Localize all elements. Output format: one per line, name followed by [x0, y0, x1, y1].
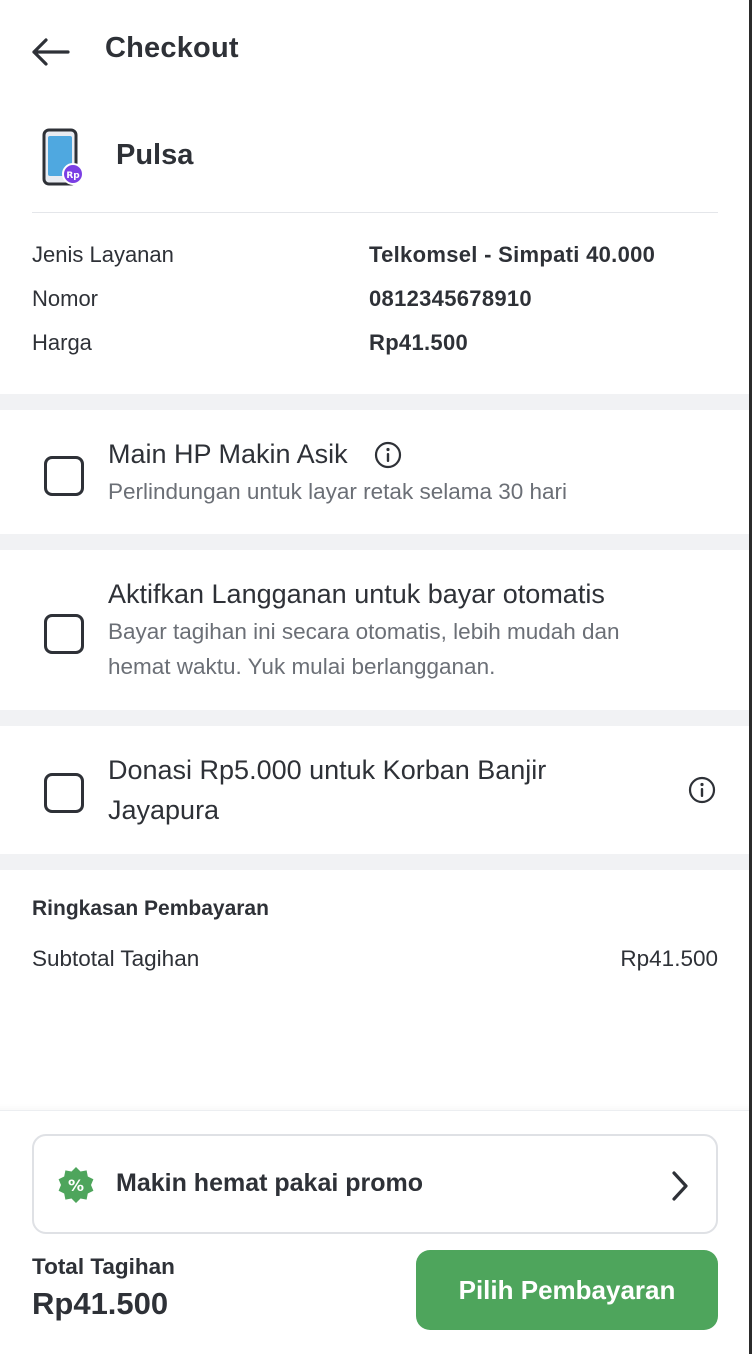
- option-title-line-2: Jayapura: [108, 795, 220, 825]
- summary-title: Ringkasan Pembayaran: [32, 897, 269, 920]
- info-icon[interactable]: [374, 441, 402, 469]
- detail-value: Telkomsel - Simpati 40.000: [369, 242, 656, 267]
- chevron-right-icon: [672, 1171, 688, 1201]
- subscription-checkbox[interactable]: [44, 614, 84, 654]
- page-title: Checkout: [105, 32, 239, 64]
- detail-row-price: Harga Rp41.500: [32, 330, 722, 360]
- back-button[interactable]: [26, 30, 74, 74]
- screen-protection-checkbox[interactable]: [44, 456, 84, 496]
- product-name: Pulsa: [116, 139, 194, 171]
- option-title: Aktifkan Langganan untuk bayar otomatis: [108, 579, 605, 609]
- option-screen-protection[interactable]: Main HP Makin Asik Perlindungan untuk la…: [0, 410, 749, 534]
- option-title: Main HP Makin Asik: [108, 439, 348, 469]
- option-subscription[interactable]: Aktifkan Langganan untuk bayar otomatis …: [0, 550, 749, 710]
- section-separator: [0, 534, 749, 550]
- header: Checkout: [0, 0, 749, 104]
- option-title-line-1: Donasi Rp5.000 untuk Korban Banjir: [108, 755, 547, 785]
- detail-label: Nomor: [32, 286, 99, 311]
- choose-payment-button[interactable]: Pilih Pembayaran: [416, 1250, 718, 1330]
- detail-label: Jenis Layanan: [32, 242, 174, 267]
- subtotal-value: Rp41.500: [620, 946, 718, 971]
- arrow-left-icon: [32, 38, 70, 66]
- detail-value: Rp41.500: [369, 330, 469, 355]
- promo-percent-icon: %: [58, 1167, 94, 1203]
- option-description-line-1: Bayar tagihan ini secara otomatis, lebih…: [108, 619, 620, 644]
- option-description: Perlindungan untuk layar retak selama 30…: [108, 479, 568, 504]
- option-donation[interactable]: Donasi Rp5.000 untuk Korban Banjir Jayap…: [0, 726, 749, 854]
- detail-value: 0812345678910: [369, 286, 532, 311]
- detail-row-number: Nomor 0812345678910: [32, 286, 722, 316]
- info-icon[interactable]: [688, 776, 716, 804]
- donation-checkbox[interactable]: [44, 773, 84, 813]
- option-description-line-2: hemat waktu. Yuk mulai berlangganan.: [108, 654, 496, 679]
- detail-label: Harga: [32, 330, 92, 355]
- section-separator: [0, 710, 749, 726]
- section-separator: [0, 394, 749, 410]
- divider: [32, 212, 718, 213]
- section-separator: [0, 854, 749, 870]
- promo-button[interactable]: % Makin hemat pakai promo: [32, 1134, 718, 1234]
- total-label: Total Tagihan: [32, 1254, 175, 1279]
- total-value: Rp41.500: [32, 1286, 169, 1321]
- promo-percent-symbol: %: [68, 1176, 84, 1195]
- subtotal-label: Subtotal Tagihan: [32, 946, 200, 971]
- badge-text: Rp: [66, 171, 80, 181]
- detail-row-service: Jenis Layanan Telkomsel - Simpati 40.000: [32, 242, 722, 272]
- phone-rp-icon: Rp: [40, 128, 86, 188]
- promo-text: Makin hemat pakai promo: [116, 1169, 424, 1197]
